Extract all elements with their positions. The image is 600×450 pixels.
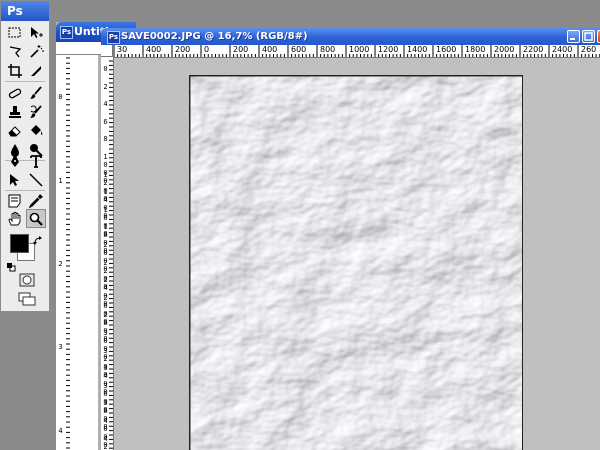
magic-wand-icon [30,44,44,58]
eraser-icon [8,125,21,136]
ruler-label: 200 [233,45,249,54]
ps-badge-icon: Ps [60,26,73,39]
document-window[interactable]: Ps SAVE0002.JPG @ 16,7% (RGB/8#) 30 400 20… [101,28,600,450]
tools-palette-header[interactable]: Ps [1,1,49,21]
ruler-label: 0 [204,45,210,54]
default-colors-icon[interactable] [7,257,16,272]
brush-tool[interactable] [26,83,46,102]
ruler-label: 600 [291,45,307,54]
minimize-button[interactable] [567,30,580,43]
slice-icon [31,65,41,76]
history-brush-icon [30,104,42,118]
crumpled-paper-image[interactable] [189,75,523,450]
document-canvas-area[interactable] [114,58,600,450]
ruler-ticks [66,57,70,449]
untitled-canvas[interactable] [70,55,98,450]
ruler-label: 2200 [523,45,544,54]
maximize-icon [584,32,593,41]
magnifier-icon [29,212,43,226]
screen-mode-icon [18,292,36,306]
photoshop-logo: Ps [7,4,23,18]
ruler-label: 0 [58,93,63,101]
lasso-icon [9,45,22,57]
maximize-button[interactable] [582,30,595,43]
type-tool[interactable] [26,151,46,170]
quick-mask-mode-button[interactable] [17,272,37,288]
ruler-label: 4 [103,100,108,109]
untitled-left-ruler: 0 1 2 3 4 [56,55,71,450]
paint-bucket-icon [31,124,43,135]
ruler-label: 1600 [436,45,457,54]
marquee-tool[interactable] [5,23,25,42]
band-aid-icon [8,88,22,98]
ruler-label: 1800 [465,45,486,54]
pen-tool[interactable] [5,151,25,170]
ruler-label: 4 [58,427,63,435]
ruler-origin[interactable] [101,45,113,57]
quick-mask-icon [19,273,35,287]
document-titlebar[interactable]: Ps SAVE0002.JPG @ 16,7% (RGB/8#) [101,28,600,45]
ruler-label: 6 [103,117,108,126]
ruler-label: 1200 [378,45,399,54]
ps-badge-icon: Ps [107,31,120,44]
ruler-label: 2 [103,82,108,91]
toolbox-divider [5,81,45,82]
ruler-label: 0 [103,65,108,73]
path-selection-tool[interactable] [5,170,25,189]
ruler-label: 4200 [103,434,108,450]
healing-brush-tool[interactable] [5,83,25,102]
pen-icon [11,153,19,167]
ruler-label: 8 [103,135,108,144]
lasso-tool[interactable] [5,42,25,61]
ruler-label: 2000 [494,45,515,54]
ruler-label: 260 [581,45,597,54]
zoom-tool[interactable] [26,209,46,228]
ruler-label: 1400 [407,45,428,54]
eyedropper-icon [28,193,43,208]
ruler-label: 30 [117,45,128,54]
history-brush-tool[interactable] [26,102,46,121]
ruler-label: 800 [320,45,336,54]
brush-icon [30,85,42,99]
foreground-color-swatch[interactable] [10,234,29,253]
horizontal-ruler: 30 400 200 0 200 400 600 800 1000 1200 1400 1600 180… [113,45,600,58]
line-icon [29,172,43,187]
arrow-cursor-icon [10,173,19,186]
ruler-label: 400 [146,45,162,54]
ruler-label: 1 [58,177,63,185]
screen-mode-button[interactable] [17,291,37,307]
eraser-tool[interactable] [5,121,25,140]
slice-tool[interactable] [26,61,46,80]
move-icon [31,26,43,38]
marquee-icon [8,27,21,37]
ruler-label: 1000 [349,45,370,54]
crop-icon [8,63,22,78]
line-tool[interactable] [26,170,46,189]
note-icon [8,194,21,207]
ruler-label: 400 [262,45,278,54]
minimize-icon [570,38,575,40]
notes-tool[interactable] [5,191,25,210]
swap-colors-icon[interactable] [33,231,43,245]
vertical-ruler: 0 2 4 6 8 1000 1200 1400 1600 1800 2000 2200 2400 260… [101,57,114,450]
hand-tool[interactable] [5,209,25,228]
magic-wand-tool[interactable] [26,42,46,61]
ruler-label: 2 [58,260,63,268]
document-title: SAVE0002.JPG @ 16,7% (RGB/8#) [121,31,308,42]
crop-tool[interactable] [5,61,25,80]
ruler-label: 2400 [552,45,573,54]
paint-bucket-tool[interactable] [26,121,46,140]
crumpled-paper-texture [190,76,522,450]
stamp-icon [9,105,21,118]
ruler-label: 3 [58,343,63,351]
type-t-icon [30,154,42,168]
hand-icon [8,211,21,225]
clone-stamp-tool[interactable] [5,102,25,121]
move-tool[interactable] [26,23,46,42]
ruler-label: 200 [175,45,191,54]
tools-palette[interactable]: Ps [0,0,50,312]
eyedropper-tool[interactable] [26,191,46,210]
